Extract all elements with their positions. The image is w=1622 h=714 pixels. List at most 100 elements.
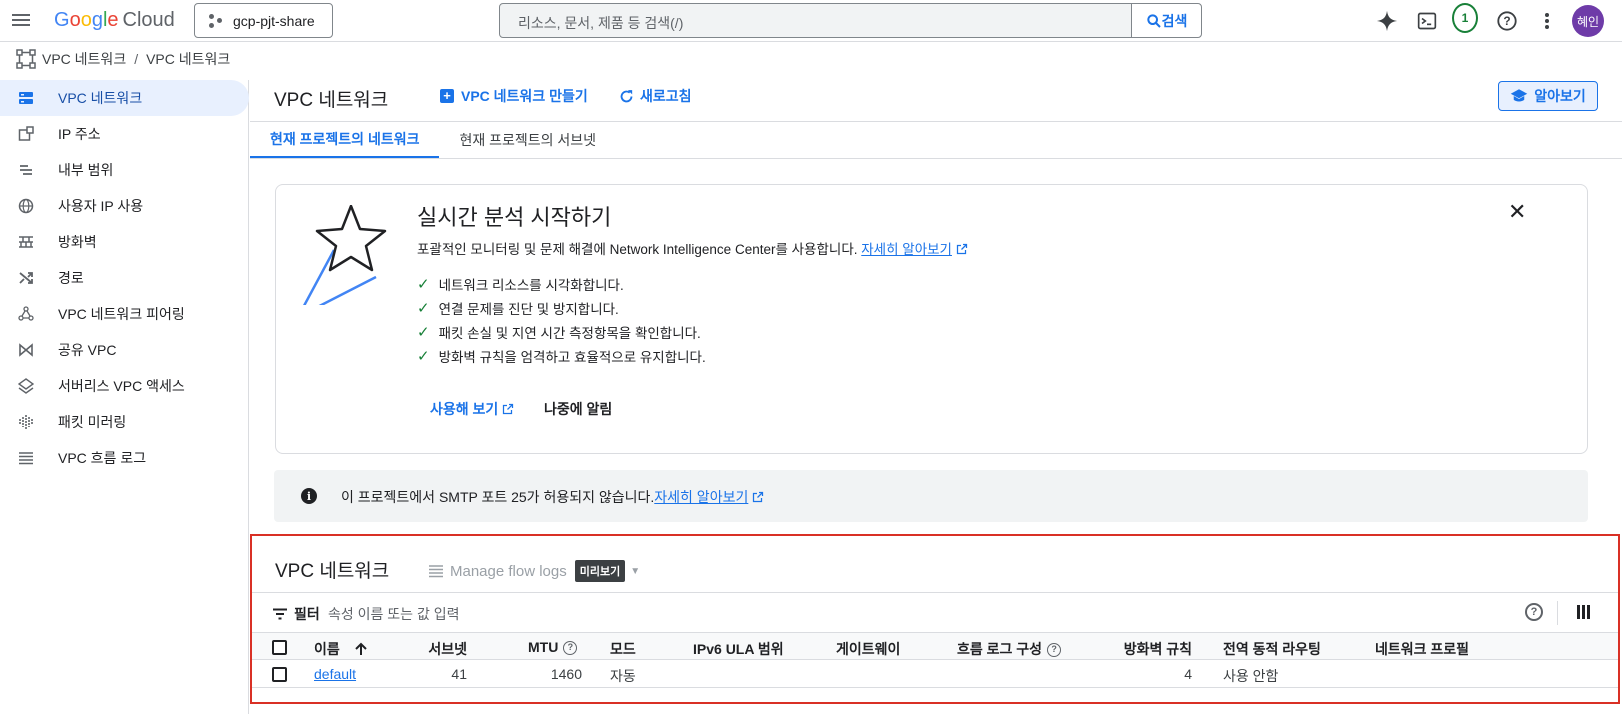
shared-vpc-icon xyxy=(19,343,33,357)
svg-text:?: ? xyxy=(1503,14,1510,28)
preview-badge: 미리보기 xyxy=(574,560,626,582)
avatar[interactable]: 혜인 xyxy=(1572,5,1604,37)
list-item-text: 연결 문제를 진단 및 방지합니다. xyxy=(438,302,619,317)
list-item: ✓ 네트워크 리소스를 시각화합니다. xyxy=(417,272,706,296)
check-icon: ✓ xyxy=(417,276,430,293)
sidebar-item-packet-mirroring[interactable]: 패킷 미러링 xyxy=(0,404,248,440)
remind-later-button[interactable]: 나중에 알림 xyxy=(544,399,612,419)
cell-mode: 자동 xyxy=(610,668,636,684)
help-icon[interactable]: ? xyxy=(1494,8,1520,34)
manage-flow-logs-button[interactable]: Manage flow logs 미리보기 ▼ xyxy=(428,560,640,582)
info-learn-more-label: 자세히 알아보기 xyxy=(654,489,749,505)
help-icon[interactable]: ? xyxy=(563,641,578,656)
filter-bar: 필터 속성 이름 또는 값 입력 ? xyxy=(252,592,1618,632)
sidebar-item-label: VPC 네트워크 xyxy=(58,90,143,106)
create-vpc-network-button[interactable]: + VPC 네트워크 만들기 xyxy=(440,86,588,106)
flow-logs-icon xyxy=(19,452,33,465)
help-icon[interactable]: ? xyxy=(1047,643,1062,658)
notifications-badge[interactable]: 1 xyxy=(1452,3,1478,33)
column-header-firewall-rules[interactable]: 방화벽 규칙 xyxy=(1112,639,1192,659)
sidebar-item-vpc-networks[interactable]: VPC 네트워크 xyxy=(0,80,249,116)
column-display-options-icon[interactable] xyxy=(1577,605,1590,619)
column-header-network-profile[interactable]: 네트워크 프로필 xyxy=(1375,639,1469,659)
sort-ascending-icon[interactable] xyxy=(354,642,368,656)
close-icon[interactable]: ✕ xyxy=(1508,199,1526,225)
shooting-star-icon xyxy=(303,205,387,305)
table-row: default 41 1460 자동 4 사용 안함 xyxy=(252,660,1618,688)
search-button[interactable]: 검색 xyxy=(1131,4,1201,37)
column-header-gateway[interactable]: 게이트웨이 xyxy=(836,639,900,659)
flow-logs-icon xyxy=(429,565,443,578)
learn-button[interactable]: 알아보기 xyxy=(1498,81,1598,111)
sidebar-item-ip-addresses[interactable]: IP 주소 xyxy=(0,116,248,152)
refresh-button[interactable]: 새로고침 xyxy=(618,86,692,106)
check-icon: ✓ xyxy=(417,324,430,341)
sidebar-item-label: 패킷 미러링 xyxy=(58,414,127,430)
column-header-mtu[interactable]: MTU? xyxy=(528,639,578,656)
google-cloud-logo[interactable]: Google Cloud xyxy=(54,9,175,32)
sidebar-item-label: 방화벽 xyxy=(58,234,97,250)
column-header-name-label: 이름 xyxy=(314,641,340,657)
row-checkbox[interactable] xyxy=(272,667,287,682)
sidebar: VPC 네트워크 IP 주소 내부 범위 사용자 IP 사용 방화벽 경로 VP… xyxy=(0,80,249,714)
promo-card: 실시간 분석 시작하기 포괄적인 모니터링 및 문제 해결에 Network I… xyxy=(275,184,1588,454)
sidebar-item-firewall[interactable]: 방화벽 xyxy=(0,224,248,260)
project-name: gcp-pjt-share xyxy=(233,12,315,29)
filter-label: 필터 xyxy=(294,606,320,622)
search-bar[interactable]: 리소스, 문서, 제품 등 검색(/) 검색 xyxy=(499,3,1202,38)
external-link-icon xyxy=(956,243,967,255)
tab-current-project-networks[interactable]: 현재 프로젝트의 네트워크 xyxy=(250,122,440,158)
column-header-flow-log-config[interactable]: 흐름 로그 구성? xyxy=(957,639,1062,659)
sidebar-item-shared-vpc[interactable]: 공유 VPC xyxy=(0,332,248,368)
promo-learn-more-label: 자세히 알아보기 xyxy=(861,242,952,257)
column-header-mode[interactable]: 모드 xyxy=(610,639,636,659)
list-item-text: 패킷 손실 및 지연 시간 측정항목을 확인합니다. xyxy=(438,326,701,341)
gemini-sparkle-icon[interactable] xyxy=(1374,8,1400,34)
search-input[interactable]: 리소스, 문서, 제품 등 검색(/) xyxy=(518,13,683,33)
globe-icon xyxy=(18,198,34,214)
tab-current-project-subnets[interactable]: 현재 프로젝트의 서브넷 xyxy=(439,122,616,158)
sidebar-item-vpc-flow-logs[interactable]: VPC 흐름 로그 xyxy=(0,440,248,476)
info-learn-more-link[interactable]: 자세히 알아보기 xyxy=(654,489,748,505)
column-header-subnets[interactable]: 서브넷 xyxy=(427,639,467,659)
sidebar-item-routes[interactable]: 경로 xyxy=(0,260,248,296)
create-vpc-network-label: VPC 네트워크 만들기 xyxy=(461,88,588,104)
ip-address-icon xyxy=(18,126,34,141)
info-text: 이 프로젝트에서 SMTP 포트 25가 허용되지 않습니다.자세히 알아보기 xyxy=(341,487,764,507)
promo-title: 실시간 분석 시작하기 xyxy=(417,205,612,230)
column-header-mtu-label: MTU xyxy=(528,639,559,655)
cloud-shell-icon[interactable] xyxy=(1414,8,1440,34)
table-header-row: 이름 서브넷 MTU? 모드 IPv6 ULA 범위 게이트웨이 흐름 로그 구… xyxy=(252,632,1618,660)
tab-bar: 현재 프로젝트의 네트워크 현재 프로젝트의 서브넷 xyxy=(250,122,616,158)
chevron-down-icon[interactable]: ▼ xyxy=(630,566,640,577)
column-header-name[interactable]: 이름 xyxy=(314,639,368,659)
help-icon[interactable]: ? xyxy=(1525,603,1543,621)
table-title: VPC 네트워크 xyxy=(275,561,390,582)
column-header-flow-log-config-label: 흐름 로그 구성 xyxy=(957,641,1043,657)
external-link-icon xyxy=(503,403,514,415)
sidebar-item-bring-your-own-ip[interactable]: 사용자 IP 사용 xyxy=(0,188,248,224)
sidebar-item-internal-ranges[interactable]: 내부 범위 xyxy=(0,152,248,188)
vpc-network-table-section: VPC 네트워크 Manage flow logs 미리보기 ▼ 필터 속성 이… xyxy=(250,534,1620,704)
sidebar-item-label: VPC 네트워크 피어링 xyxy=(58,306,185,322)
more-options-icon[interactable] xyxy=(1534,8,1560,34)
promo-learn-more-link[interactable]: 자세히 알아보기 xyxy=(861,242,952,257)
filter-input[interactable]: 속성 이름 또는 값 입력 xyxy=(328,604,459,624)
column-header-ipv6-ula-range[interactable]: IPv6 ULA 범위 xyxy=(693,639,784,659)
try-it-button[interactable]: 사용해 보기 xyxy=(430,399,514,419)
search-icon xyxy=(1146,13,1161,28)
filter-button[interactable]: 필터 xyxy=(272,604,320,624)
breadcrumb-item-1[interactable]: VPC 네트워크 xyxy=(42,49,126,69)
network-name-link[interactable]: default xyxy=(314,666,356,682)
main-menu-icon[interactable] xyxy=(12,11,32,29)
project-picker-button[interactable]: gcp-pjt-share xyxy=(194,3,333,38)
notification-count: 1 xyxy=(1452,3,1478,33)
manage-flow-logs-label: Manage flow logs xyxy=(450,562,567,580)
select-all-checkbox[interactable] xyxy=(272,640,287,655)
column-header-global-dynamic-routing[interactable]: 전역 동적 라우팅 xyxy=(1223,639,1321,659)
divider xyxy=(250,158,1622,159)
breadcrumb-item-2[interactable]: VPC 네트워크 xyxy=(146,49,230,69)
sidebar-item-serverless-vpc-access[interactable]: 서버리스 VPC 액세스 xyxy=(0,368,248,404)
sidebar-item-vpc-peering[interactable]: VPC 네트워크 피어링 xyxy=(0,296,248,332)
vpc-network-icon xyxy=(16,49,36,69)
